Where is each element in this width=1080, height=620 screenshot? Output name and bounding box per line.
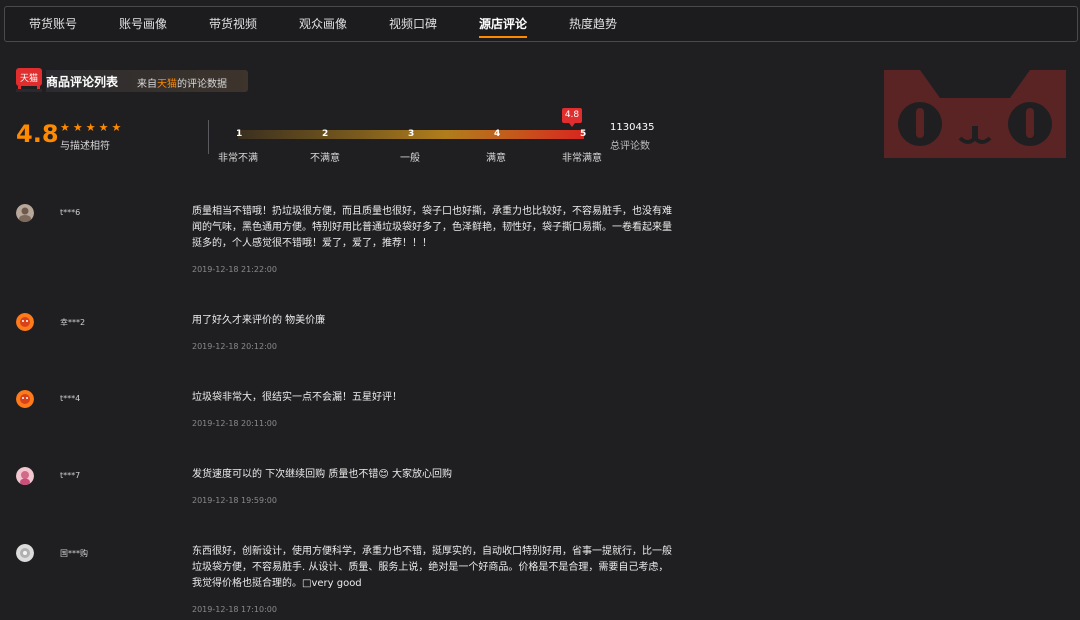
tmall-logo-icon: 天猫 bbox=[16, 68, 42, 92]
scale-label: 非常满意 bbox=[562, 153, 602, 164]
rating-description: 与描述相符 bbox=[60, 141, 110, 152]
tmall-cat-watermark-icon bbox=[884, 70, 1066, 158]
tab-video-reputation[interactable]: 视频口碑 bbox=[389, 7, 437, 41]
scale-label: 一般 bbox=[400, 153, 420, 164]
total-review-count: 1130435 bbox=[610, 122, 655, 133]
section-title: 商品评论列表 bbox=[46, 75, 119, 89]
scale-number: 3 bbox=[408, 129, 415, 139]
tmall-logo-text: 天猫 bbox=[20, 72, 38, 84]
review-date: 2019-12-18 20:12:00 bbox=[192, 342, 277, 351]
review-username: 国***购 bbox=[60, 549, 88, 558]
data-source: 来自天猫的评论数据 bbox=[137, 79, 227, 90]
scale-label: 不满意 bbox=[310, 153, 340, 164]
scale-number: 1 bbox=[236, 129, 243, 139]
tab-bar: 带货账号 账号画像 带货视频 观众画像 视频口碑 源店评论 热度趋势 bbox=[4, 6, 1078, 42]
rating-score: 4.8 bbox=[16, 120, 59, 148]
review-date: 2019-12-18 21:22:00 bbox=[192, 265, 277, 274]
total-review-label: 总评论数 bbox=[610, 141, 650, 152]
scale-number: 2 bbox=[322, 129, 329, 139]
review-username: t***7 bbox=[60, 471, 81, 480]
review-date: 2019-12-18 20:11:00 bbox=[192, 419, 277, 428]
scale-label: 满意 bbox=[486, 153, 506, 164]
review-username: t***4 bbox=[60, 394, 81, 403]
tab-accounts[interactable]: 带货账号 bbox=[29, 7, 77, 41]
review-date: 2019-12-18 17:10:00 bbox=[192, 605, 277, 614]
tab-videos[interactable]: 带货视频 bbox=[209, 7, 257, 41]
review-text: 用了好久才来评价的 物美价廉 bbox=[192, 315, 326, 326]
tab-audience[interactable]: 观众画像 bbox=[299, 7, 347, 41]
section-header: 商品评论列表 来自天猫的评论数据 bbox=[46, 70, 248, 92]
default-avatar-icon bbox=[16, 390, 34, 408]
review-text: 发货速度可以的 下次继续回购 质量也不错😊 大家放心回购 bbox=[192, 469, 452, 480]
tab-account-profile[interactable]: 账号画像 bbox=[119, 7, 167, 41]
review-text: 质量相当不错哦！扔垃圾很方便，而且质量也很好，袋子口也好撕，承重力也比较好，不容… bbox=[192, 206, 672, 249]
tab-trends[interactable]: 热度趋势 bbox=[569, 7, 617, 41]
user-avatar-icon bbox=[16, 204, 34, 222]
scale-number: 5 bbox=[580, 129, 587, 139]
review-text: 垃圾袋非常大，很结实一点不会漏！五星好评！ bbox=[192, 392, 402, 403]
user-avatar-icon bbox=[16, 544, 34, 562]
rating-stars: ★★★★★ bbox=[60, 121, 125, 134]
page: 带货账号 账号画像 带货视频 观众画像 视频口碑 源店评论 热度趋势 天猫 商品… bbox=[0, 0, 1080, 620]
review-date: 2019-12-18 19:59:00 bbox=[192, 496, 277, 505]
default-avatar-icon bbox=[16, 313, 34, 331]
tab-source-reviews[interactable]: 源店评论 bbox=[479, 7, 528, 41]
scale-number: 4 bbox=[494, 129, 501, 139]
review-username: 幸***2 bbox=[60, 318, 86, 327]
rating-marker: 4.8 bbox=[562, 108, 582, 127]
review-text: 东西很好，创新设计，使用方便科学，承重力也不错，挺厚实的，自动收口特别好用，省事… bbox=[192, 546, 672, 589]
user-avatar-icon bbox=[16, 467, 34, 485]
review-username: t***6 bbox=[60, 208, 81, 217]
data-source-highlight: 天猫 bbox=[157, 79, 177, 90]
scale-label: 非常不满 bbox=[218, 153, 258, 164]
divider bbox=[208, 120, 209, 154]
